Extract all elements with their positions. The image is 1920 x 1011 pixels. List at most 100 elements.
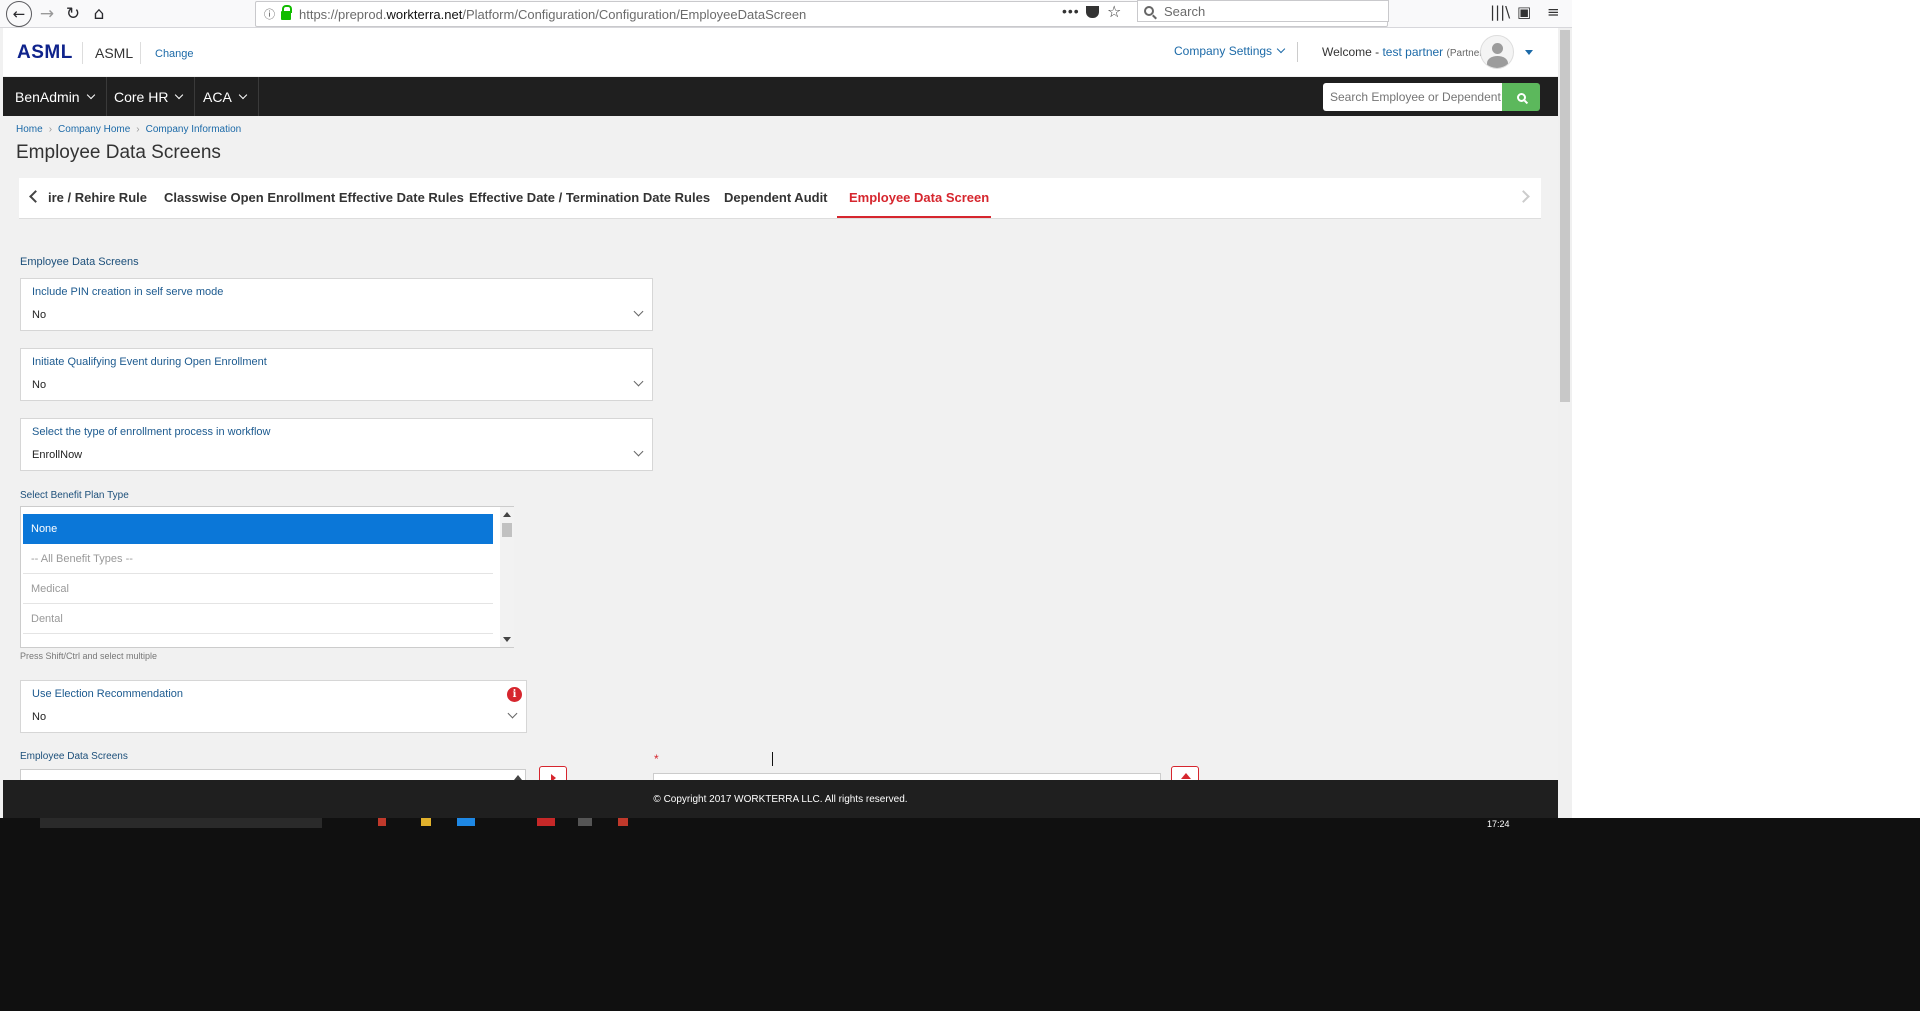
app-icon[interactable]: [378, 818, 386, 826]
active-tab-indicator: [837, 216, 991, 218]
breadcrumb-separator: ›: [136, 124, 140, 135]
employee-search-button[interactable]: [1502, 83, 1540, 111]
tab-effective-termination-date-rules[interactable]: Effective Date / Termination Date Rules: [469, 190, 710, 205]
multi-select-hint: Press Shift/Ctrl and select multiple: [20, 651, 158, 661]
page-info-icon[interactable]: ⓘ: [264, 6, 275, 22]
main-menu-bar: BenAdmin Core HR ACA: [3, 77, 1558, 116]
library-icon[interactable]: |||\: [1490, 3, 1510, 21]
benefit-plan-listbox[interactable]: None -- All Benefit Types -- Medical Den…: [20, 506, 514, 648]
field-value: No: [32, 711, 47, 723]
reload-icon[interactable]: ↻: [62, 3, 84, 25]
tab-scroll-left-icon[interactable]: [29, 190, 42, 203]
bookmark-star-icon[interactable]: ☆: [1107, 2, 1121, 21]
enrollment-process-select[interactable]: Select the type of enrollment process in…: [20, 418, 653, 471]
scroll-thumb[interactable]: [502, 523, 512, 537]
breadcrumb: Home › Company Home › Company Informatio…: [16, 124, 241, 135]
divider: [82, 42, 83, 64]
scroll-up-icon[interactable]: [503, 512, 511, 517]
menu-item-core-hr[interactable]: Core HR: [102, 77, 196, 116]
tab-hire-rehire-rule[interactable]: ire / Rehire Rule: [48, 190, 147, 205]
menu-item-aca[interactable]: ACA: [191, 77, 259, 116]
browser-search-field[interactable]: Search: [1137, 0, 1389, 22]
chevron-down-icon: [507, 708, 518, 719]
field-label: Include PIN creation in self serve mode: [32, 286, 224, 298]
chevron-down-icon: [86, 90, 95, 99]
required-marker: *: [654, 752, 659, 766]
employee-search-input[interactable]: [1323, 83, 1502, 111]
lock-icon: [281, 5, 292, 20]
field-label: Use Election Recommendation: [32, 688, 184, 700]
home-icon[interactable]: ⌂: [88, 3, 110, 25]
chevron-down-icon: [1276, 44, 1286, 54]
os-taskbar: 17:24: [0, 818, 1920, 1011]
back-arrow-icon[interactable]: ←: [6, 1, 32, 27]
scroll-down-icon[interactable]: [503, 637, 511, 642]
url-text: https://preprod.workterra.net/Platform/C…: [299, 6, 807, 22]
page-actions-icon[interactable]: •••: [1062, 3, 1080, 19]
breadcrumb-company-information[interactable]: Company Information: [146, 124, 242, 135]
list-option-dental[interactable]: Dental: [23, 604, 493, 634]
tab-scroll-right-icon[interactable]: [1517, 190, 1530, 203]
tab-employee-data-screen[interactable]: Employee Data Screen: [849, 190, 989, 205]
app-icon[interactable]: [537, 818, 555, 826]
tab-classwise-open-enrollment[interactable]: Classwise Open Enrollment Effective Date…: [164, 190, 464, 205]
copyright-text: © Copyright 2017 WORKTERRA LLC. All righ…: [653, 793, 908, 805]
menu-item-benadmin[interactable]: BenAdmin: [3, 77, 107, 116]
welcome-text: Welcome - test partner (Partner): [1322, 45, 1486, 59]
breadcrumb-home[interactable]: Home: [16, 124, 43, 135]
change-company-link[interactable]: Change: [155, 48, 194, 60]
menu-icon[interactable]: ≡: [1547, 3, 1560, 21]
app-icon[interactable]: [457, 818, 475, 826]
chevron-down-icon: [633, 446, 644, 457]
divider: [1297, 42, 1298, 62]
search-icon: [1516, 92, 1526, 102]
tab-bar: ire / Rehire Rule Classwise Open Enrollm…: [19, 178, 1541, 219]
field-value: EnrollNow: [32, 449, 83, 461]
page-title: Employee Data Screens: [16, 142, 221, 163]
info-icon[interactable]: i: [507, 687, 522, 702]
caret-down-icon[interactable]: [1525, 50, 1533, 55]
pin-creation-select[interactable]: Include PIN creation in self serve mode …: [20, 278, 653, 331]
chevron-down-icon: [175, 90, 184, 99]
taskbar-clock: 17:24: [1487, 819, 1510, 829]
search-icon: [1144, 6, 1154, 16]
breadcrumb-separator: ›: [48, 124, 53, 135]
divider: [140, 42, 141, 64]
listbox-scrollbar[interactable]: [500, 507, 514, 647]
avatar[interactable]: [1480, 35, 1514, 69]
section-title: Employee Data Screens: [20, 256, 139, 268]
qualifying-event-select[interactable]: Initiate Qualifying Event during Open En…: [20, 348, 653, 401]
text-cursor: [772, 752, 773, 766]
company-name: ASML: [95, 45, 134, 61]
footer: © Copyright 2017 WORKTERRA LLC. All righ…: [3, 780, 1558, 818]
scroll-thumb[interactable]: [1560, 30, 1570, 402]
employee-data-screens-label: Employee Data Screens: [20, 751, 128, 762]
list-option-medical[interactable]: Medical: [23, 574, 493, 604]
logo[interactable]: ASML: [17, 42, 73, 64]
list-option-none[interactable]: None: [23, 514, 493, 544]
sidebar-icon[interactable]: ▣: [1517, 3, 1531, 21]
page-scrollbar[interactable]: [1558, 28, 1572, 818]
app-icon[interactable]: [421, 818, 431, 826]
chevron-down-icon: [238, 90, 248, 99]
app-icon[interactable]: [578, 818, 592, 826]
tab-dependent-audit[interactable]: Dependent Audit: [724, 190, 828, 205]
benefit-plan-label: Select Benefit Plan Type: [20, 490, 129, 501]
app-header: ASML ASML Change Company Settings Welcom…: [3, 28, 1558, 76]
chevron-down-icon: [633, 376, 644, 387]
field-label: Initiate Qualifying Event during Open En…: [32, 356, 267, 368]
app-icon[interactable]: [618, 818, 628, 826]
breadcrumb-company-home[interactable]: Company Home: [58, 124, 130, 135]
chevron-down-icon: [633, 306, 644, 317]
field-value: No: [32, 379, 47, 391]
taskbar-search[interactable]: [40, 818, 322, 828]
list-option-all-benefit-types[interactable]: -- All Benefit Types --: [23, 544, 493, 574]
user-name-link[interactable]: test partner: [1382, 45, 1443, 59]
election-recommendation-select[interactable]: Use Election Recommendation i No: [20, 680, 527, 733]
company-settings-dropdown[interactable]: Company Settings: [1174, 44, 1286, 58]
forward-arrow-icon[interactable]: →: [36, 3, 58, 25]
pocket-icon[interactable]: [1086, 6, 1099, 18]
app-page: ASML ASML Change Company Settings Welcom…: [3, 28, 1558, 783]
field-value: No: [32, 309, 47, 321]
field-label: Select the type of enrollment process in…: [32, 426, 271, 438]
